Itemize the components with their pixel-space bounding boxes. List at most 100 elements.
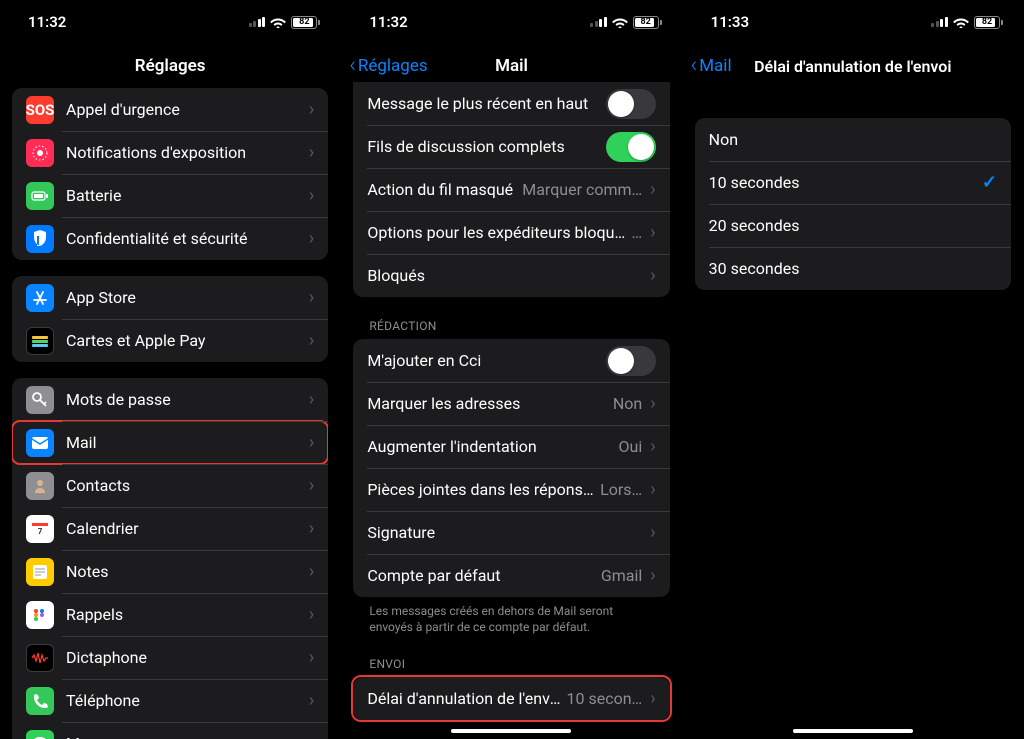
screen-settings: 11:32 82 Réglages SOS Appel d'urgence › …: [0, 0, 341, 739]
row-blocked[interactable]: Bloqués ›: [353, 254, 669, 297]
home-indicator[interactable]: [451, 729, 571, 733]
wifi-icon: [612, 16, 628, 28]
status-bar: 11:32 82: [341, 0, 681, 44]
highlight-send-delay: Délai d'annulation de l'envoi 10 secon… …: [351, 675, 671, 722]
wallet-icon: [26, 327, 54, 355]
row-complete-threads[interactable]: Fils de discussion complets: [353, 125, 669, 168]
chevron-right-icon: ›: [650, 688, 655, 709]
screen-mail-settings: 11:32 82 ‹ Réglages Mail Message le plus…: [341, 0, 682, 739]
footer-default-account: Les messages créés en dehors de Mail ser…: [369, 603, 653, 635]
chevron-right-icon: ›: [309, 604, 314, 625]
chevron-right-icon: ›: [650, 393, 655, 414]
status-indicators: 82: [931, 16, 1003, 29]
row-exposure-notifications[interactable]: Notifications d'exposition ›: [12, 131, 328, 174]
status-bar: 11:33 82: [683, 0, 1023, 44]
cellular-icon: [249, 17, 266, 27]
row-wallet[interactable]: Cartes et Apple Pay ›: [12, 319, 328, 362]
back-button[interactable]: ‹ Réglages: [349, 55, 427, 77]
chevron-right-icon: ›: [309, 99, 314, 120]
chevron-right-icon: ›: [309, 733, 314, 739]
battery-icon: 82: [633, 16, 662, 29]
chevron-right-icon: ›: [309, 432, 314, 453]
row-contacts[interactable]: Contacts ›: [12, 464, 328, 507]
nav-bar: ‹ Mail Délai d'annulation de l'envoi: [683, 44, 1023, 88]
row-phone[interactable]: Téléphone ›: [12, 679, 328, 722]
row-reply-attachments[interactable]: Pièces jointes dans les réponses Lors… ›: [353, 468, 669, 511]
row-signature[interactable]: Signature ›: [353, 511, 669, 554]
row-reminders[interactable]: Rappels ›: [12, 593, 328, 636]
chevron-right-icon: ›: [309, 561, 314, 582]
mail-content[interactable]: Message le plus récent en haut Fils de d…: [341, 82, 681, 739]
status-time: 11:32: [28, 13, 66, 31]
row-blocked-sender-options[interactable]: Options pour les expéditeurs bloqués … ›: [353, 211, 669, 254]
option-10-seconds[interactable]: 10 secondes ✓: [695, 161, 1011, 204]
group-apps: Mots de passe › Mail › Contacts › 7: [12, 378, 328, 739]
chevron-right-icon: ›: [309, 690, 314, 711]
row-mail[interactable]: Mail ›: [12, 421, 328, 464]
wifi-icon: [270, 16, 286, 28]
row-mark-addresses[interactable]: Marquer les adresses Non ›: [353, 382, 669, 425]
toggle-recent-on-top[interactable]: [606, 89, 656, 119]
calendar-icon: 7: [26, 515, 54, 543]
mail-icon: [26, 429, 54, 457]
row-calendar[interactable]: 7 Calendrier ›: [12, 507, 328, 550]
nav-title: Réglages: [135, 56, 206, 76]
contacts-icon: [26, 472, 54, 500]
row-notes[interactable]: Notes ›: [12, 550, 328, 593]
group-envoi: Délai d'annulation de l'envoi 10 secon… …: [353, 677, 669, 720]
exposure-icon: [26, 139, 54, 167]
toggle-bcc-myself[interactable]: [606, 346, 656, 376]
toggle-complete-threads[interactable]: [606, 132, 656, 162]
nav-bar: Réglages: [0, 44, 340, 88]
wifi-icon: [953, 16, 969, 28]
row-messages[interactable]: Messages ›: [12, 722, 328, 739]
sos-icon: SOS: [26, 96, 54, 124]
option-20-seconds[interactable]: 20 secondes: [695, 204, 1011, 247]
back-button[interactable]: ‹ Mail: [691, 55, 732, 77]
voice-memos-icon: [26, 644, 54, 672]
row-bcc-myself[interactable]: M'ajouter en Cci: [353, 339, 669, 382]
privacy-icon: [26, 225, 54, 253]
row-app-store[interactable]: App Store ›: [12, 276, 328, 319]
home-indicator[interactable]: [793, 729, 913, 733]
key-icon: [26, 386, 54, 414]
row-default-account[interactable]: Compte par défaut Gmail ›: [353, 554, 669, 597]
chevron-right-icon: ›: [309, 647, 314, 668]
row-undo-send-delay[interactable]: Délai d'annulation de l'envoi 10 secon… …: [353, 677, 669, 720]
row-emergency-sos[interactable]: SOS Appel d'urgence ›: [12, 88, 328, 131]
group-delay-options: Non 10 secondes ✓ 20 secondes 30 seconde…: [695, 118, 1011, 290]
row-recent-on-top[interactable]: Message le plus récent en haut: [353, 82, 669, 125]
row-privacy[interactable]: Confidentialité et sécurité ›: [12, 217, 328, 260]
battery-settings-icon: [26, 182, 54, 210]
chevron-right-icon: ›: [309, 228, 314, 249]
chevron-right-icon: ›: [650, 522, 655, 543]
status-indicators: 82: [249, 16, 321, 29]
chevron-right-icon: ›: [309, 142, 314, 163]
group-redaction: M'ajouter en Cci Marquer les adresses No…: [353, 339, 669, 597]
svg-text:7: 7: [38, 527, 43, 536]
chevron-right-icon: ›: [309, 389, 314, 410]
status-time: 11:33: [711, 13, 749, 31]
section-header-envoi: ENVOI: [369, 657, 653, 671]
chevron-right-icon: ›: [309, 287, 314, 308]
reminders-icon: [26, 601, 54, 629]
group-store: App Store › Cartes et Apple Pay ›: [12, 276, 328, 362]
delay-content[interactable]: Non 10 secondes ✓ 20 secondes 30 seconde…: [683, 88, 1023, 739]
chevron-right-icon: ›: [650, 222, 655, 243]
phone-icon: [26, 687, 54, 715]
option-non[interactable]: Non: [695, 118, 1011, 161]
status-time: 11:32: [369, 13, 407, 31]
row-passwords[interactable]: Mots de passe ›: [12, 378, 328, 421]
row-dictaphone[interactable]: Dictaphone ›: [12, 636, 328, 679]
row-battery[interactable]: Batterie ›: [12, 174, 328, 217]
chevron-right-icon: ›: [650, 265, 655, 286]
row-increase-quote[interactable]: Augmenter l'indentation Oui ›: [353, 425, 669, 468]
option-30-seconds[interactable]: 30 secondes: [695, 247, 1011, 290]
row-muted-thread-action[interactable]: Action du fil masqué Marquer comme lu ›: [353, 168, 669, 211]
nav-title: Mail: [495, 56, 528, 76]
chevron-right-icon: ›: [309, 475, 314, 496]
chevron-left-icon: ‹: [691, 55, 698, 77]
checkmark-icon: ✓: [982, 172, 997, 193]
settings-content[interactable]: SOS Appel d'urgence › Notifications d'ex…: [0, 88, 340, 739]
screen-undo-send-delay: 11:33 82 ‹ Mail Délai d'annulation de l'…: [683, 0, 1024, 739]
